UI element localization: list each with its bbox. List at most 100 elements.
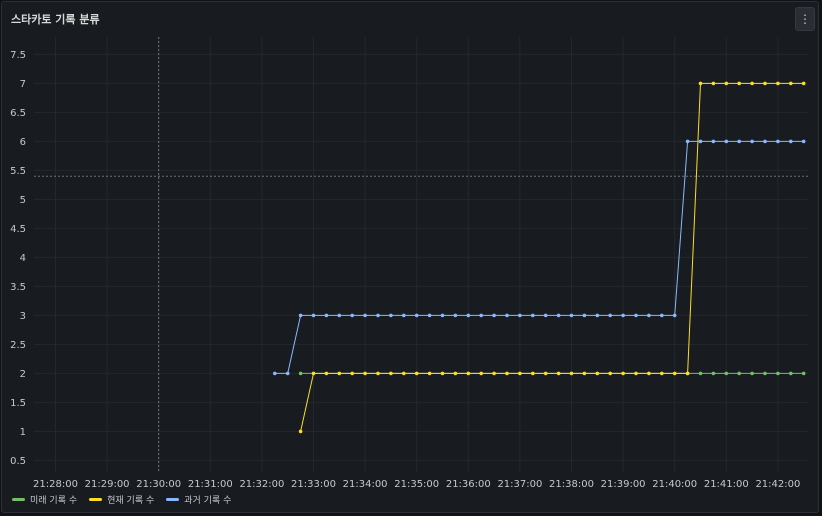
data-point[interactable] [311,313,316,318]
data-point[interactable] [660,313,664,318]
data-point[interactable] [595,371,600,376]
chart-svg[interactable]: 0.5 1 1.5 2 2.5 3 3.5 4 4.5 5 5.5 6 6.5 7 7.5 21:28:00… [0,0,822,516]
data-point[interactable] [685,139,690,144]
data-point[interactable] [569,313,574,318]
data-point[interactable] [711,371,716,376]
data-point[interactable] [737,139,741,144]
data-point[interactable] [621,313,625,318]
data-point[interactable] [724,139,729,144]
data-point[interactable] [337,371,342,376]
data-point[interactable] [466,371,471,376]
data-point[interactable] [582,371,587,376]
data-point[interactable] [531,313,535,318]
data-point[interactable] [750,81,754,86]
data-point[interactable] [789,139,793,144]
data-point[interactable] [543,371,548,376]
data-point[interactable] [608,313,612,318]
legend-item[interactable]: 미래 기록 수 [12,493,77,506]
data-point[interactable] [608,371,612,376]
data-point[interactable] [801,81,806,86]
legend-item[interactable]: 과거 기록 수 [166,493,231,506]
data-point[interactable] [698,139,703,144]
data-point[interactable] [518,313,522,318]
data-point[interactable] [350,371,355,376]
data-point[interactable] [337,313,342,318]
data-point[interactable] [776,371,780,376]
data-point[interactable] [440,313,445,318]
data-point[interactable] [376,313,380,318]
data-point[interactable] [453,371,458,376]
data-point[interactable] [711,139,716,144]
data-point[interactable] [298,429,303,434]
data-point[interactable] [801,371,806,376]
data-point[interactable] [453,313,458,318]
data-point[interactable] [414,371,419,376]
data-point[interactable] [273,371,277,376]
data-point[interactable] [634,371,638,376]
data-point[interactable] [479,371,484,376]
data-point[interactable] [389,371,393,376]
data-point[interactable] [505,371,509,376]
data-point[interactable] [414,313,419,318]
data-point[interactable] [376,371,380,376]
data-point[interactable] [543,313,548,318]
data-point[interactable] [298,313,303,318]
data-point[interactable] [298,371,303,376]
data-point[interactable] [801,139,806,144]
legend-item[interactable]: 현재 기록 수 [89,493,154,506]
legend-label: 미래 기록 수 [30,496,78,506]
data-point[interactable] [518,371,522,376]
data-point[interactable] [311,371,316,376]
data-point[interactable] [750,371,754,376]
x-tick-label: 21:36:00 [446,479,491,490]
data-point[interactable] [724,371,729,376]
data-point[interactable] [595,313,600,318]
data-point[interactable] [724,81,729,86]
data-point[interactable] [789,81,793,86]
data-point[interactable] [789,371,793,376]
data-point[interactable] [737,81,741,86]
x-tick-label: 21:31:00 [188,479,233,490]
data-point[interactable] [402,313,406,318]
data-point[interactable] [531,371,535,376]
data-point[interactable] [672,313,677,318]
data-point[interactable] [569,371,574,376]
data-point[interactable] [427,313,432,318]
data-point[interactable] [363,371,367,376]
data-point[interactable] [389,313,393,318]
data-point[interactable] [363,313,367,318]
data-point[interactable] [492,313,496,318]
data-point[interactable] [750,139,754,144]
data-point[interactable] [582,313,587,318]
data-point[interactable] [466,313,471,318]
data-point[interactable] [776,81,780,86]
data-point[interactable] [776,139,780,144]
data-point[interactable] [737,371,741,376]
data-point[interactable] [479,313,484,318]
data-point[interactable] [698,81,703,86]
data-point[interactable] [634,313,638,318]
x-tick-label: 21:29:00 [85,479,130,490]
data-point[interactable] [440,371,445,376]
data-point[interactable] [698,371,703,376]
data-point[interactable] [763,371,767,376]
data-point[interactable] [763,81,767,86]
data-point[interactable] [763,139,767,144]
data-point[interactable] [660,371,664,376]
data-point[interactable] [556,371,561,376]
data-point[interactable] [324,313,329,318]
data-point[interactable] [402,371,406,376]
data-point[interactable] [621,371,625,376]
data-point[interactable] [685,371,690,376]
data-point[interactable] [647,313,651,318]
data-point[interactable] [647,371,651,376]
data-point[interactable] [350,313,355,318]
data-point[interactable] [324,371,329,376]
data-point[interactable] [556,313,561,318]
data-point[interactable] [285,371,290,376]
data-point[interactable] [492,371,496,376]
data-point[interactable] [672,371,677,376]
data-point[interactable] [505,313,509,318]
data-point[interactable] [711,81,716,86]
data-point[interactable] [427,371,432,376]
